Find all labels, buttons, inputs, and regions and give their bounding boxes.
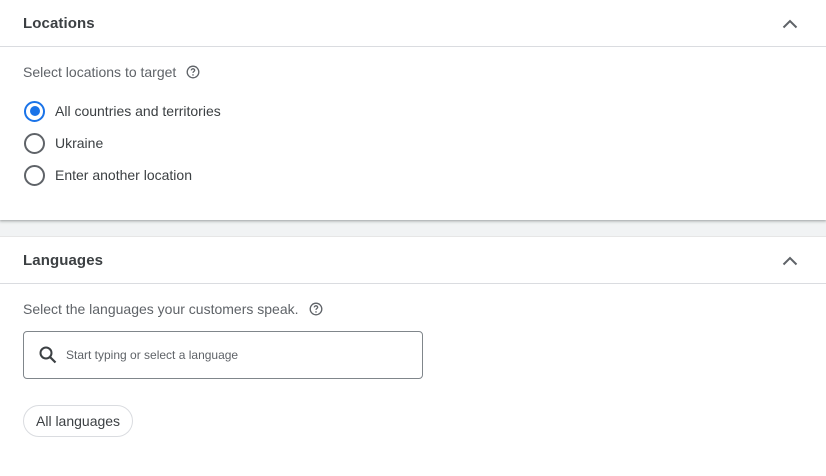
radio-button[interactable] [24, 164, 45, 186]
locations-label: Select locations to target [23, 64, 177, 80]
languages-title: Languages [23, 251, 104, 269]
locations-label-row: Select locations to target [23, 64, 201, 80]
chevron-up-icon[interactable] [778, 12, 802, 36]
languages-label: Select the languages your customers spea… [23, 301, 299, 317]
radio-button[interactable] [24, 100, 45, 122]
locations-header[interactable]: Locations [0, 0, 826, 47]
languages-label-row: Select the languages your customers spea… [23, 301, 324, 317]
radio-label: Ukraine [55, 135, 104, 151]
chevron-up-icon[interactable] [778, 249, 802, 273]
help-icon[interactable] [185, 64, 201, 80]
radio-all-countries[interactable]: All countries and territories [24, 99, 221, 123]
radio-label: Enter another location [55, 167, 192, 183]
all-languages-chip[interactable]: All languages [23, 405, 134, 437]
language-search-input[interactable] [66, 348, 406, 362]
radio-button[interactable] [24, 132, 45, 154]
locations-card: Locations Select locations to target All… [0, 0, 826, 220]
language-search-box[interactable] [23, 331, 423, 379]
radio-ukraine[interactable]: Ukraine [24, 131, 103, 155]
help-icon[interactable] [308, 301, 324, 317]
search-icon [38, 345, 58, 365]
languages-header[interactable]: Languages [0, 237, 826, 284]
chip-label: All languages [36, 413, 121, 429]
radio-label: All countries and territories [55, 103, 221, 119]
languages-card: Languages Select the languages your cust… [0, 237, 826, 476]
radio-enter-another-location[interactable]: Enter another location [24, 163, 192, 187]
locations-title: Locations [23, 14, 95, 32]
